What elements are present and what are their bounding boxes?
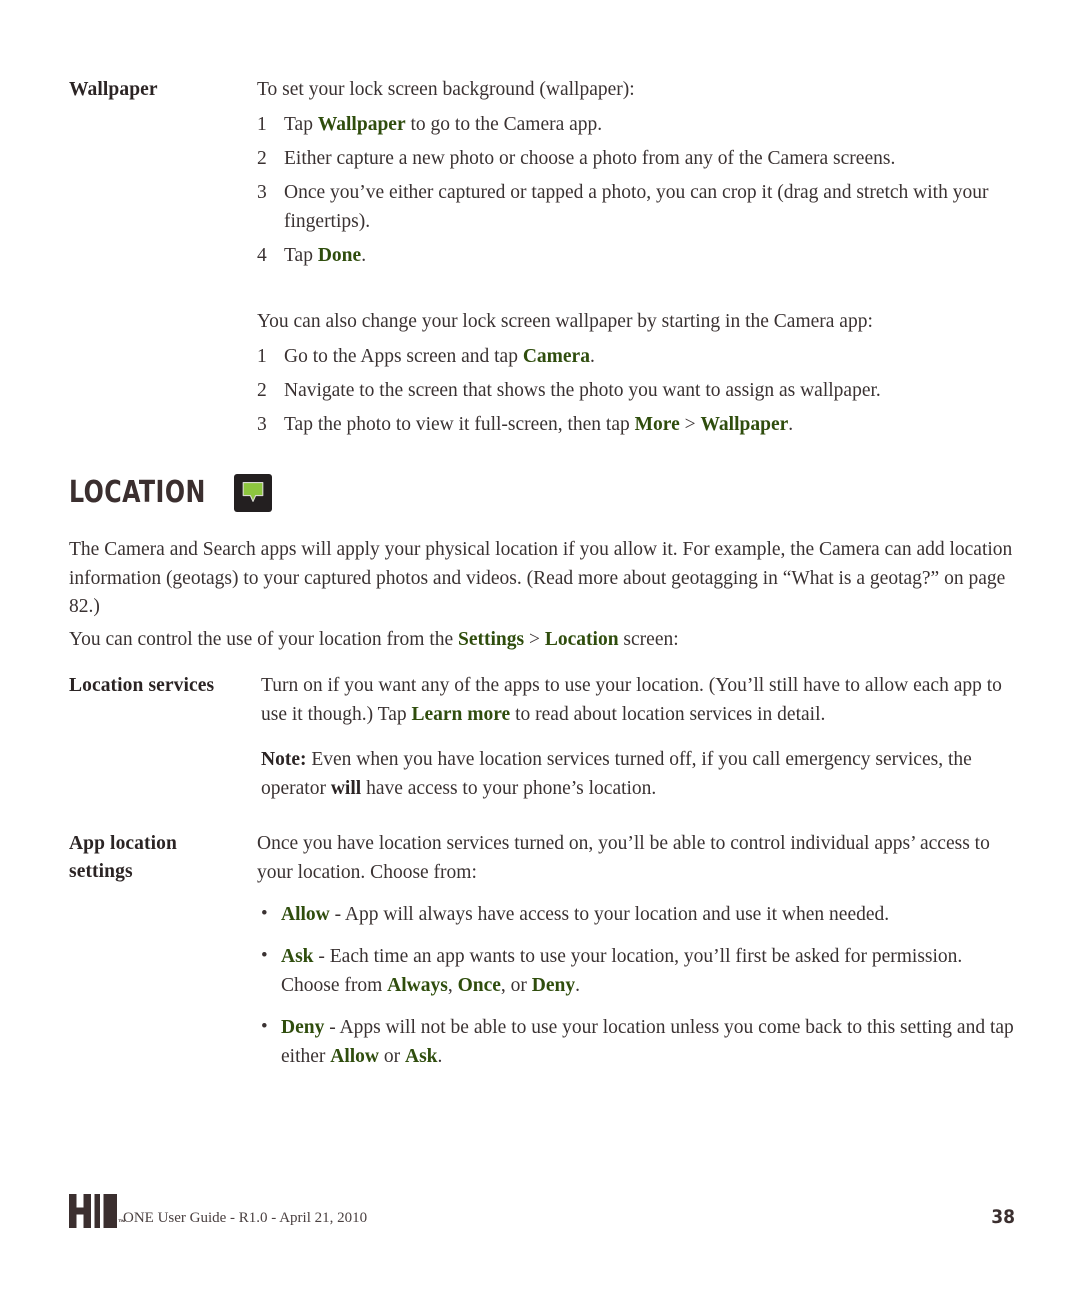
step-emphasis: Camera (522, 345, 590, 367)
step-emphasis-2: Wallpaper (700, 413, 789, 435)
page-number: 38 (991, 1206, 1015, 1228)
wallpaper-body: To set your lock screen background (wall… (257, 76, 1015, 270)
step-text-pre: Tap (284, 244, 318, 266)
location-p2-pre: You can control the use of your location… (69, 628, 459, 650)
list-item: 4 Tap Done. (257, 241, 1015, 270)
choice-allow-emphasis: Allow (281, 904, 330, 925)
choice-deny-sep-a: or (379, 1046, 406, 1067)
location-paragraph-1: The Camera and Search apps will apply yo… (69, 539, 1013, 617)
app-location-settings-label-line2: settings (69, 861, 133, 882)
location-services-label: Location services (69, 675, 215, 696)
wallpaper-steps-list: 1 Tap Wallpaper to go to the Camera app. … (257, 110, 1015, 270)
choices-list: • Allow - App will always have access to … (257, 900, 1015, 1071)
list-item: 1 Go to the Apps screen and tap Camera. (257, 342, 1015, 371)
list-item: 2 Either capture a new photo or choose a … (257, 144, 1015, 173)
location-emphasis: Location (544, 628, 619, 650)
bullet-icon: • (261, 1016, 268, 1037)
location-intro-body: The Camera and Search apps will apply yo… (69, 536, 1015, 654)
choice-allow-text: - App will always have access to your lo… (329, 904, 890, 925)
list-item: • Allow - App will always have access to … (257, 900, 1015, 929)
list-item: 3 Tap the photo to view it full-screen, t… (257, 410, 1015, 439)
choice-deny-option-allow: Allow (330, 1046, 380, 1067)
document-page: Wallpaper To set your lock screen backgr… (0, 0, 1080, 1296)
note-text-post: have access to your phone’s location. (361, 777, 657, 799)
step-number: 2 (257, 147, 267, 169)
wallpaper-alt-intro: You can also change your lock screen wal… (257, 311, 873, 332)
step-text-pre: Go to the Apps screen and tap (284, 345, 523, 367)
choice-ask-sep-a: , (447, 975, 458, 996)
step-text-post: to go to the Camera app. (405, 113, 603, 135)
step-text-post: . (788, 413, 794, 435)
wallpaper-alt-body: You can also change your lock screen wal… (257, 308, 1015, 439)
kin-logo: ™ (69, 1194, 126, 1228)
ls-text-post: to read about location services in detai… (510, 703, 826, 725)
choice-ask-option-always: Always (387, 975, 448, 996)
location-section-heading: LOCATION (69, 474, 273, 512)
wallpaper-section: Wallpaper To set your lock screen backgr… (69, 76, 1015, 270)
wallpaper-label: Wallpaper (69, 79, 158, 100)
bullet-icon: • (261, 903, 268, 924)
page-footer: ™ ONE User Guide - R1.0 - April 21, 2010… (69, 1192, 1015, 1232)
step-number: 1 (257, 113, 267, 135)
step-text-post: . (589, 345, 595, 367)
location-services-body: Turn on if you want any of the apps to u… (261, 672, 1015, 803)
app-location-settings-body: Once you have location services turned o… (257, 830, 1015, 1071)
choice-deny-emphasis: Deny (281, 1017, 325, 1038)
page-title: LOCATION (69, 475, 206, 510)
step-text-pre: Once you’ve either captured or tapped a … (284, 181, 989, 232)
list-item: 2 Navigate to the screen that shows the p… (257, 376, 1015, 405)
learn-more-emphasis: Learn more (411, 703, 511, 725)
step-text-pre: Tap the photo to view it full-screen, th… (284, 413, 635, 435)
step-number: 1 (257, 345, 267, 367)
list-item: • Ask - Each time an app wants to use you… (257, 942, 1015, 1000)
note-label: Note: (261, 749, 307, 770)
app-location-settings-label: App location settings (69, 830, 249, 886)
step-text-pre: Either capture a new photo or choose a p… (284, 147, 896, 169)
choice-deny-option-ask: Ask (405, 1046, 438, 1067)
choice-deny-tail: . (437, 1046, 443, 1067)
app-location-settings-section: App location settings Once you have loca… (69, 830, 1015, 1071)
step-text-pre: Tap (284, 113, 318, 135)
wallpaper-intro: To set your lock screen background (wall… (257, 79, 635, 100)
step-emphasis: More (634, 413, 680, 435)
location-services-description: Turn on if you want any of the apps to u… (261, 672, 1015, 729)
app-location-settings-label-line1: App location (69, 833, 177, 854)
location-pin-icon (234, 474, 273, 512)
step-text-pre: Navigate to the screen that shows the ph… (284, 379, 881, 401)
step-separator: > (679, 413, 701, 435)
choice-ask-sep-b: , or (500, 975, 532, 996)
step-emphasis: Done (317, 244, 362, 266)
note-emphasis: will (330, 777, 362, 799)
step-number: 2 (257, 379, 267, 401)
location-services-section: Location services Turn on if you want an… (69, 672, 1015, 803)
step-text-post: . (361, 244, 367, 266)
location-intro: The Camera and Search apps will apply yo… (69, 536, 1015, 654)
breadcrumb-separator: > (524, 628, 545, 650)
footer-text: ONE User Guide - R1.0 - April 21, 2010 (123, 1210, 368, 1226)
choice-ask-text: - Each time an app wants to use your loc… (281, 946, 963, 996)
bullet-icon: • (261, 945, 268, 966)
wallpaper-alt-steps-list: 1 Go to the Apps screen and tap Camera. 2… (257, 342, 1015, 439)
list-item: 3 Once you’ve either captured or tapped a… (257, 178, 1015, 236)
step-number: 3 (257, 181, 267, 203)
choice-ask-emphasis: Ask (281, 946, 314, 967)
location-services-note: Note: Even when you have location servic… (261, 746, 1015, 803)
step-number: 3 (257, 413, 267, 435)
location-p2-post: screen: (618, 628, 679, 650)
app-location-settings-intro: Once you have location services turned o… (257, 833, 990, 883)
choice-ask-option-once: Once (457, 975, 501, 996)
step-emphasis: Wallpaper (317, 113, 406, 135)
settings-emphasis: Settings (458, 628, 525, 650)
choice-ask-tail: . (575, 975, 580, 996)
step-number: 4 (257, 244, 267, 266)
choice-ask-option-deny: Deny (531, 975, 576, 996)
list-item: • Deny - Apps will not be able to use you… (257, 1013, 1015, 1071)
location-paragraph-2: You can control the use of your location… (69, 626, 1015, 655)
list-item: 1 Tap Wallpaper to go to the Camera app. (257, 110, 1015, 139)
wallpaper-alt-section: You can also change your lock screen wal… (69, 308, 1015, 439)
